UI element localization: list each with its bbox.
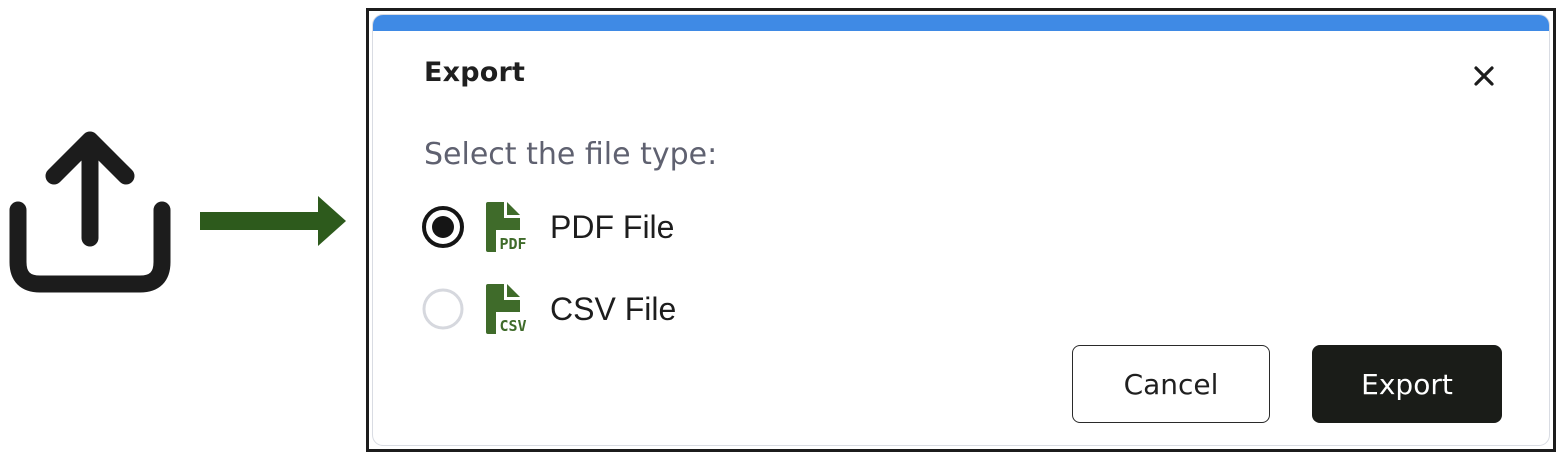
csv-badge-text: CSV	[499, 317, 526, 335]
radio-csv-unselected[interactable]	[421, 287, 465, 331]
close-icon	[1474, 66, 1494, 86]
dialog-panel: Export Select the file type: PDF PDF Fil…	[373, 15, 1549, 445]
dialog-accent-bar	[373, 15, 1549, 31]
dialog-title: Export	[424, 57, 526, 88]
option-label-pdf: PDF File	[550, 208, 675, 245]
close-button[interactable]	[1467, 59, 1501, 93]
pdf-badge-text: PDF	[499, 235, 526, 253]
radio-pdf-selected[interactable]	[421, 205, 465, 249]
pdf-file-icon: PDF	[486, 202, 527, 253]
upload-icon[interactable]	[8, 128, 172, 294]
file-type-prompt: Select the file type:	[424, 137, 718, 172]
option-pdf-file[interactable]: PDF PDF File	[421, 199, 674, 255]
cancel-button[interactable]: Cancel	[1072, 345, 1270, 423]
export-dialog: Export Select the file type: PDF PDF Fil…	[366, 8, 1556, 452]
option-csv-file[interactable]: CSV CSV File	[421, 281, 676, 337]
option-label-csv: CSV File	[550, 290, 677, 327]
arrow-right-icon	[200, 196, 346, 246]
csv-file-icon: CSV	[486, 284, 527, 335]
export-button[interactable]: Export	[1312, 345, 1502, 423]
